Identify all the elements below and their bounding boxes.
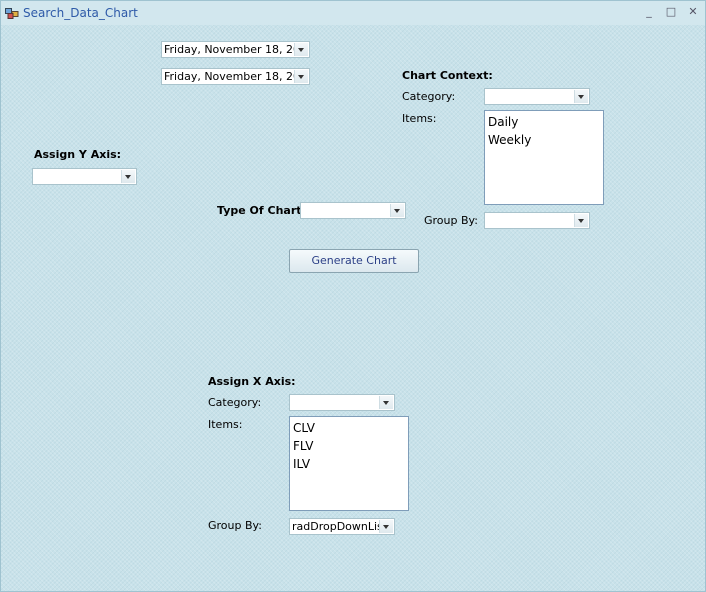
assign-x-group-by-value: radDropDownLis [292,520,383,533]
list-item[interactable]: ILV [293,455,405,473]
chevron-down-icon[interactable] [574,214,588,227]
generate-chart-button[interactable]: Generate Chart [289,249,419,273]
chevron-down-icon[interactable] [294,70,308,83]
end-date-value: Friday, November 18, 201 [164,70,308,83]
chevron-down-icon[interactable] [574,90,588,103]
chart-context-group-by-label: Group By: [424,214,478,227]
end-date-picker[interactable]: Friday, November 18, 201 [161,68,310,85]
app-icon [5,8,19,19]
assign-x-category-dropdown[interactable] [289,394,395,411]
type-of-chart-label: Type Of Chart : [217,204,310,217]
chevron-down-icon[interactable] [379,520,393,533]
assign-x-axis-label: Assign X Axis: [208,375,296,388]
assign-x-group-by-dropdown[interactable]: radDropDownLis [289,518,395,535]
assign-y-axis-label: Assign Y Axis: [34,148,122,161]
app-window: Search_Data_Chart _ □ ✕ Friday, November… [0,0,706,592]
assign-y-axis-dropdown[interactable] [32,168,137,185]
chart-context-group-by-dropdown[interactable] [484,212,590,229]
list-item[interactable]: CLV [293,419,405,437]
window-title: Search_Data_Chart [23,6,138,20]
list-item[interactable]: FLV [293,437,405,455]
assign-x-items-list[interactable]: CLV FLV ILV [289,416,409,511]
chart-context-category-label: Category: [402,90,456,103]
assign-x-group-by-label: Group By: [208,519,262,532]
chart-context-label: Chart Context: [402,69,493,82]
chevron-down-icon[interactable] [121,170,135,183]
chart-context-items-list[interactable]: Daily Weekly [484,110,604,205]
title-bar: Search_Data_Chart _ □ ✕ [1,1,705,25]
chart-context-items-label: Items: [402,112,437,125]
maximize-button[interactable]: □ [663,4,679,20]
chevron-down-icon[interactable] [294,43,308,56]
close-button[interactable]: ✕ [685,4,701,20]
assign-x-items-label: Items: [208,418,243,431]
list-item[interactable]: Daily [488,113,600,131]
minimize-button[interactable]: _ [641,4,657,20]
type-of-chart-dropdown[interactable] [300,202,406,219]
assign-x-category-label: Category: [208,396,262,409]
chart-context-category-dropdown[interactable] [484,88,590,105]
list-item[interactable]: Weekly [488,131,600,149]
chevron-down-icon[interactable] [379,396,393,409]
chevron-down-icon[interactable] [390,204,404,217]
start-date-value: Friday, November 18, 201 [164,43,308,56]
start-date-picker[interactable]: Friday, November 18, 201 [161,41,310,58]
